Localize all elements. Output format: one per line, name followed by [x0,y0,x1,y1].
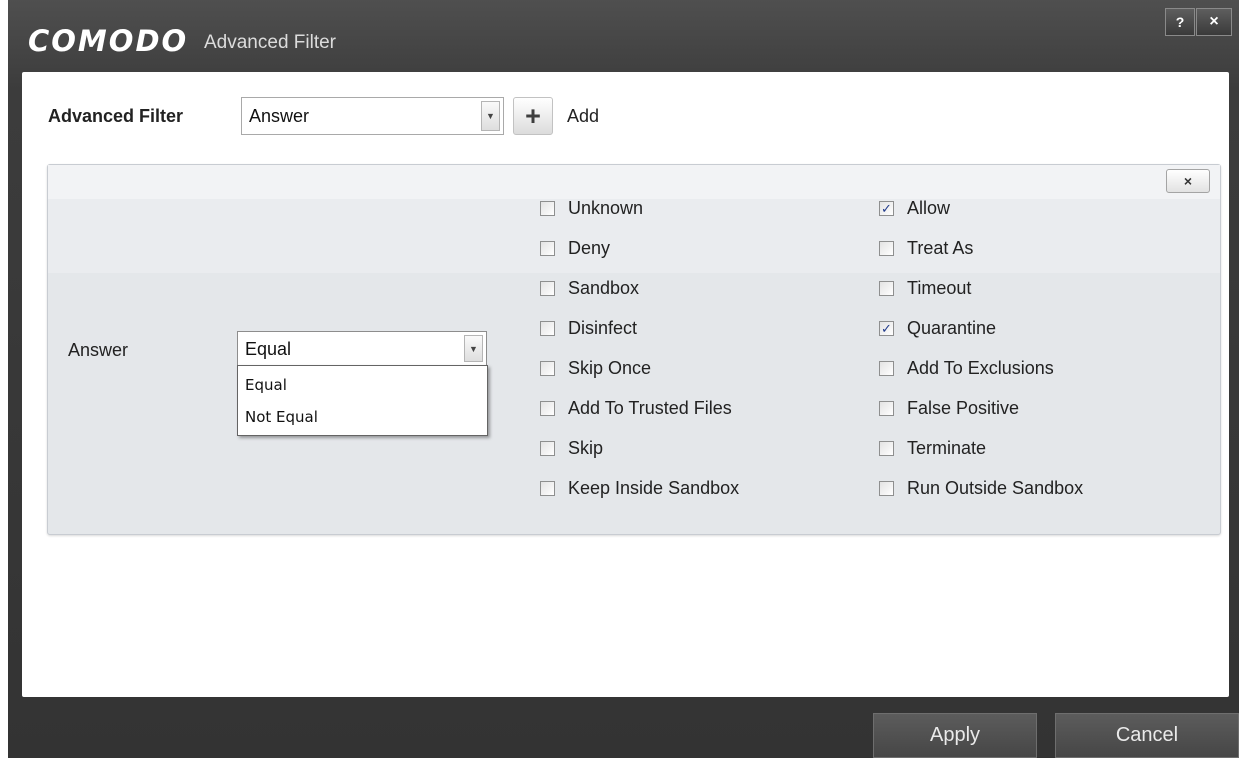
operator-option-equal[interactable]: Equal [238,368,487,401]
operator-option-not-equal[interactable]: Not Equal [238,400,487,433]
option-label: Timeout [907,277,972,298]
checkbox-quarantine[interactable]: ✓ [879,320,894,336]
checkbox-add-to-trusted-files[interactable] [540,400,555,416]
option-label: Sandbox [568,277,640,298]
option-unknown[interactable]: Unknown [540,197,643,219]
checkbox-sandbox[interactable] [540,280,555,296]
chevron-down-icon[interactable]: ▼ [481,101,500,131]
checkbox-deny[interactable] [540,240,555,256]
option-label: Skip Once [568,357,652,378]
filter-panel: × Answer Equal ▼ Equal Not Equal Unknown… [47,164,1221,535]
option-label: Add To Trusted Files [568,397,732,418]
dialog-content: Advanced Filter Answer ▼ + Add × Answer … [22,72,1229,697]
option-label: Add To Exclusions [907,357,1054,378]
option-label: Treat As [907,237,974,258]
option-label: Allow [907,197,951,218]
option-add-to-trusted-files[interactable]: Add To Trusted Files [540,397,732,419]
option-label: Keep Inside Sandbox [568,477,740,498]
filter-type-select[interactable]: Answer ▼ [241,97,504,135]
option-timeout[interactable]: Timeout [879,277,971,299]
option-label: Unknown [568,197,644,218]
filter-type-value: Answer [249,106,310,126]
advanced-filter-window: COMODO Advanced Filter ? × Advanced Filt… [8,0,1239,758]
remove-filter-button[interactable]: × [1166,169,1210,193]
operator-select[interactable]: Equal ▼ [237,331,487,366]
option-false-positive[interactable]: False Positive [879,397,1019,419]
checkbox-add-to-exclusions[interactable] [879,360,894,376]
option-skip[interactable]: Skip [540,437,603,459]
advanced-filter-label: Advanced Filter [48,106,184,126]
checkbox-allow[interactable]: ✓ [879,200,894,216]
option-run-outside-sandbox[interactable]: Run Outside Sandbox [879,477,1083,499]
apply-button[interactable]: Apply [873,713,1037,758]
option-quarantine[interactable]: ✓ Quarantine [879,317,996,339]
window-title: Advanced Filter [204,32,337,53]
plus-icon: + [525,101,541,131]
title-bar: COMODO Advanced Filter ? × [8,0,1239,72]
answer-label: Answer [68,340,129,360]
cancel-button[interactable]: Cancel [1055,713,1239,758]
help-button[interactable]: ? [1165,8,1195,36]
add-filter-button[interactable]: + [513,97,553,135]
checkbox-keep-inside-sandbox[interactable] [540,480,555,496]
panel-header-band [48,165,1220,199]
option-skip-once[interactable]: Skip Once [540,357,651,379]
option-add-to-exclusions[interactable]: Add To Exclusions [879,357,1054,379]
checkbox-terminate[interactable] [879,440,894,456]
option-deny[interactable]: Deny [540,237,610,259]
option-allow[interactable]: ✓ Allow [879,197,950,219]
option-label: Terminate [907,437,987,458]
checkbox-skip[interactable] [540,440,555,456]
option-sandbox[interactable]: Sandbox [540,277,639,299]
operator-dropdown-list: Equal Not Equal [237,365,488,436]
option-label: Quarantine [907,317,997,338]
checkbox-disinfect[interactable] [540,320,555,336]
operator-value: Equal [245,339,292,359]
chevron-down-icon[interactable]: ▼ [464,335,483,362]
add-filter-label[interactable]: Add [567,106,599,127]
option-label: Deny [568,237,611,258]
checkbox-timeout[interactable] [879,280,894,296]
option-keep-inside-sandbox[interactable]: Keep Inside Sandbox [540,477,739,499]
checkbox-run-outside-sandbox[interactable] [879,480,894,496]
option-label: False Positive [907,397,1020,418]
checkbox-skip-once[interactable] [540,360,555,376]
checkbox-false-positive[interactable] [879,400,894,416]
window-close-button[interactable]: × [1196,8,1232,36]
checkbox-unknown[interactable] [540,200,555,216]
comodo-logo: COMODO [28,24,189,58]
option-label: Disinfect [568,317,638,338]
option-disinfect[interactable]: Disinfect [540,317,637,339]
title-buttons: ? × [1165,8,1232,36]
option-label: Skip [568,437,604,458]
option-treat-as[interactable]: Treat As [879,237,973,259]
checkbox-treat-as[interactable] [879,240,894,256]
option-terminate[interactable]: Terminate [879,437,986,459]
option-label: Run Outside Sandbox [907,477,1084,498]
